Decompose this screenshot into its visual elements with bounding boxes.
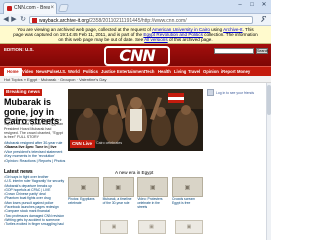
facebook-login-text: Log in to see your friends (216, 90, 255, 95)
reload-icon[interactable]: ↻ (19, 16, 27, 24)
image-placeholder-icon: ▣ (184, 184, 191, 191)
nav-health[interactable]: Health (158, 68, 171, 76)
tab-title: CNN.com - Breaking Ne (14, 5, 50, 11)
latest-news-list: Girl says in fight over brother U.S. int… (4, 175, 66, 227)
lead-deck: Wild cheers erupted in Cairo's Tahrir Sq… (4, 118, 64, 140)
new-tab-button[interactable] (57, 4, 70, 12)
maximize-button[interactable]: □ (247, 1, 257, 9)
image-placeholder-icon: ▣ (186, 224, 192, 230)
cnn-favicon-icon (7, 6, 12, 11)
gallery-caption: Mubarak, a timeline of the 30-year rule (102, 197, 132, 205)
nav-ireport[interactable]: iReport (221, 68, 236, 76)
cnn-header: EDITION: U.S. CNN Search (0, 44, 271, 66)
address-bar[interactable]: wayback.archive-it.org/2358/201102111914… (29, 16, 253, 24)
page-favicon-icon (32, 18, 37, 23)
wrench-svg (261, 15, 267, 22)
edition-selector[interactable]: EDITION: U.S. (4, 47, 34, 52)
gallery-item[interactable]: ▣ Crowds scream Egypt is free (171, 177, 203, 210)
nav-us[interactable]: U.S. (58, 68, 66, 76)
image-placeholder-icon: ▣ (149, 224, 154, 230)
photo-thumbnail: ▣ (171, 177, 203, 197)
address-url: wayback.archive-it.org/2358/201102111914… (39, 18, 187, 24)
close-window-button[interactable]: ✕ (259, 1, 269, 9)
url-path: /2358/20110211191445/http://www.cnn.com/ (88, 18, 187, 24)
photo-thumbnail: ▣ (68, 177, 99, 197)
hero-caption: Cairo celebrates (96, 141, 123, 145)
facebook-widget[interactable]: Log in to see your friends (207, 89, 269, 96)
all-versions-link[interactable]: All versions (144, 37, 168, 42)
minimize-button[interactable]: – (235, 1, 245, 9)
nav-world[interactable]: World (68, 68, 80, 76)
cnn-logo[interactable]: CNN (104, 46, 170, 66)
tab-close-icon[interactable]: × (50, 4, 54, 12)
wrench-icon[interactable] (260, 15, 267, 26)
search-input[interactable] (214, 48, 254, 54)
gallery-heading: A new era in Egypt (115, 170, 154, 175)
nav-home[interactable]: Home (4, 68, 22, 76)
photo-thumbnail: ▣ (137, 177, 169, 197)
scrollbar-thumb[interactable] (267, 85, 271, 115)
hot-topics-bar: Hot Topics » Egypt · Mubarak · Groupon ·… (0, 76, 271, 83)
gallery-row: ▣ Photos: Egyptians celebrate ▣ Mubarak,… (68, 177, 203, 210)
browser-tab[interactable]: CNN.com - Breaking Ne × (3, 2, 57, 14)
gallery-item[interactable]: ▣ Video: Protesters celebrate in the str… (137, 177, 169, 210)
gallery-item[interactable]: ▣ Mubarak, a timeline of the 30-year rul… (102, 177, 134, 210)
gallery-caption: Photos: Egyptians celebrate (68, 197, 95, 205)
image-placeholder-icon: ▣ (115, 184, 121, 191)
nav-living[interactable]: Living (174, 68, 186, 76)
list-item[interactable]: U.S. interim ruler 'flagrantly' for secu… (4, 179, 66, 183)
nav-tech[interactable]: Tech (145, 68, 154, 76)
search-button[interactable]: Search (256, 48, 268, 54)
url-domain: wayback.archive-it.org (39, 18, 89, 24)
secondary-thumbnails: ▣ ▣ ▣ (100, 220, 203, 234)
gallery-caption: Crowds scream Egypt is free (171, 197, 195, 205)
nav-travel[interactable]: Travel (188, 68, 200, 76)
cnn-live-badge[interactable]: CNN Live (70, 140, 95, 148)
image-placeholder-icon: ▣ (111, 224, 117, 230)
nav-opinion[interactable]: Opinion (203, 68, 219, 76)
hero-photo[interactable]: CNN Live Cairo celebrates (68, 89, 203, 151)
forward-icon[interactable]: ▶ (10, 16, 18, 24)
photo-thumbnail[interactable]: ▣ (100, 220, 128, 234)
nav-video[interactable]: Video (22, 68, 33, 76)
browser-toolbar: ◀ ▶ ↻ wayback.archive-it.org/2358/201102… (0, 14, 271, 26)
browser-titlebar: CNN.com - Breaking Ne × – □ ✕ (0, 0, 271, 14)
nav-justice[interactable]: Justice (101, 68, 115, 76)
hot-topics[interactable]: Hot Topics » Egypt · Mubarak · Groupon ·… (4, 77, 106, 82)
gallery-item[interactable]: ▣ Photos: Egyptians celebrate (68, 177, 99, 210)
breaking-news-label: Breaking news (4, 89, 42, 96)
back-icon[interactable]: ◀ (2, 16, 10, 24)
photo-thumbnail[interactable]: ▣ (137, 220, 166, 234)
page-scrollbar[interactable] (266, 83, 271, 240)
archive-banner: You are viewing an archived web page, co… (0, 26, 271, 44)
image-placeholder-icon: ▣ (149, 184, 156, 191)
image-placeholder-icon: ▣ (80, 184, 87, 191)
nav-money[interactable]: Money (237, 68, 250, 76)
window-controls: – □ ✕ (235, 1, 269, 9)
nav-politics[interactable]: Politics (83, 68, 98, 76)
right-column: Log in to see your friends (207, 89, 269, 96)
photo-thumbnail: ▣ (102, 177, 134, 197)
gallery-caption: Video: Protesters celebrate in the stree… (137, 197, 163, 209)
archive-text: on this web page may be out of date. See (58, 37, 145, 43)
lead-bullets: Mubarak resigned after 30-year rule Obam… (4, 141, 66, 163)
photo-thumbnail[interactable]: ▣ (175, 220, 203, 234)
archive-text: of this archived page. (167, 37, 213, 43)
cnn-main-nav: Home Video NewsPulse U.S. World Politics… (0, 66, 271, 76)
list-item[interactable]: Opinion: Reactions | Reports | Photos (4, 159, 66, 163)
archive-line-3: on this web page may be out of date. See… (4, 37, 267, 42)
list-item[interactable]: Turtles excited in finger smuggling haul (4, 222, 66, 226)
nav-newspulse[interactable]: NewsPulse (36, 68, 58, 76)
avatar (207, 89, 214, 96)
nav-entertainment[interactable]: Entertainment (117, 68, 145, 76)
